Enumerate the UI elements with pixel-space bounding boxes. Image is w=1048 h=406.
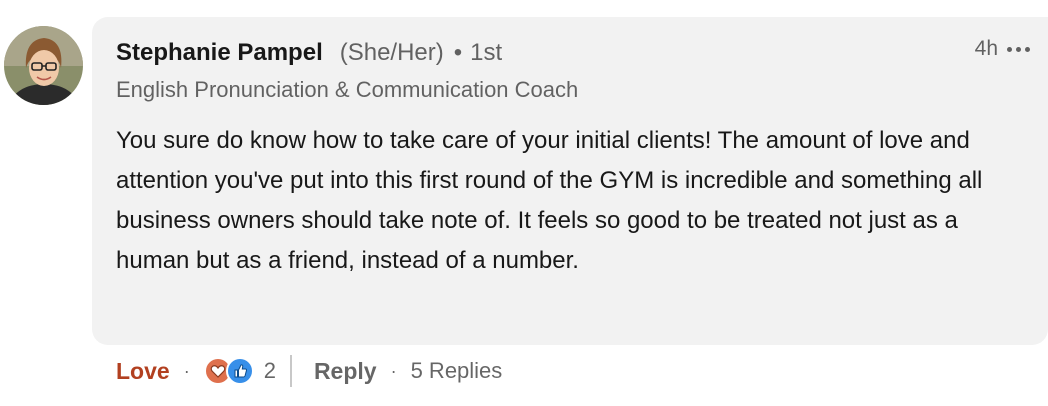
author-separator: • (453, 39, 463, 66)
like-reaction-icon (225, 357, 254, 385)
comment-text: You sure do know how to take care of you… (116, 127, 983, 274)
comment-actions: Love · 2 Reply · 5 Replies (116, 354, 502, 388)
profile-photo-icon (4, 26, 83, 105)
comment: Stephanie Pampel (She/Her) • 1st English… (0, 0, 1048, 406)
reactions-summary[interactable]: 2 (203, 356, 276, 386)
comment-timestamp: 4h (974, 37, 998, 60)
actions-divider (289, 355, 292, 387)
author-avatar[interactable] (4, 26, 83, 105)
author-headline: English Pronunciation & Communication Co… (116, 77, 579, 102)
comment-bubble: Stephanie Pampel (She/Her) • 1st English… (92, 17, 1048, 345)
replies-separator: · (390, 360, 397, 381)
author-name[interactable]: Stephanie Pampel (116, 39, 323, 67)
action-separator: · (183, 360, 190, 381)
reaction-count: 2 (263, 358, 276, 383)
author-line: Stephanie Pampel (She/Her) • 1st (116, 39, 502, 67)
author-pronouns: (She/Her) (339, 39, 444, 66)
ellipsis-icon[interactable] (1007, 39, 1030, 59)
reply-button[interactable]: Reply (314, 358, 377, 385)
replies-link[interactable]: 5 Replies (411, 358, 503, 384)
reaction-icons (203, 356, 256, 386)
connection-degree: 1st (470, 39, 503, 66)
love-reaction-button[interactable]: Love (116, 358, 170, 385)
comment-meta: 4h (975, 37, 1030, 61)
